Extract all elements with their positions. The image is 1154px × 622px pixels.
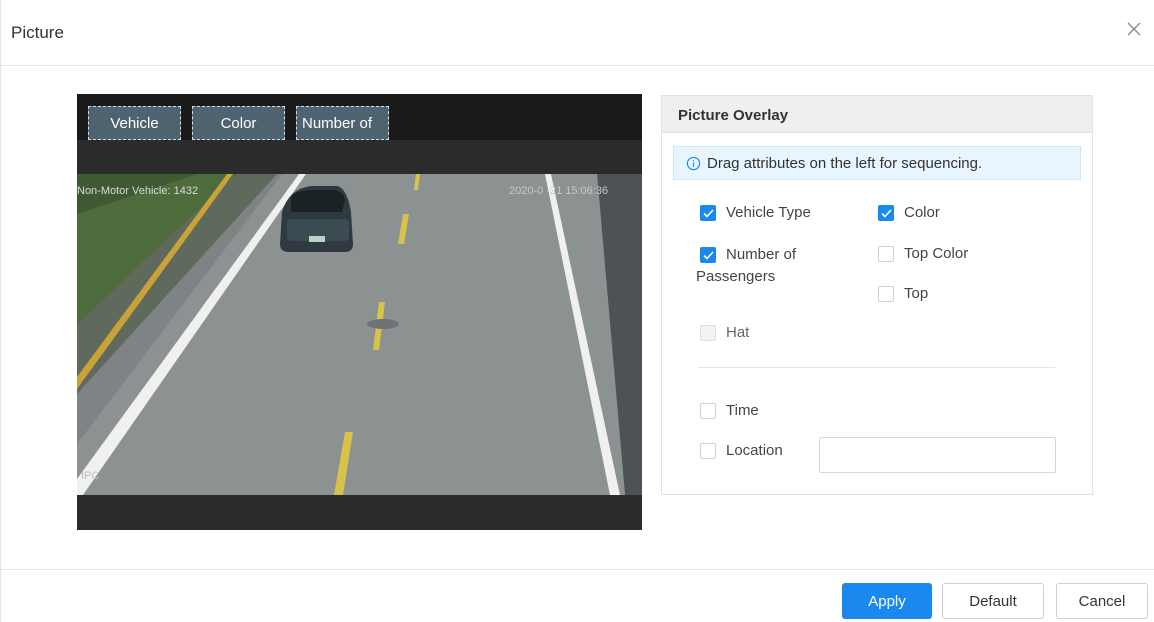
attribute-chip-color[interactable]: Color [192, 106, 285, 140]
checkbox-unchecked-icon[interactable] [878, 286, 894, 302]
panel-header: Picture Overlay [662, 96, 1092, 133]
location-checkbox[interactable]: Location [700, 442, 783, 459]
picture-overlay-panel: Picture Overlay Drag attributes on the l… [661, 95, 1093, 495]
top-label: Top [904, 285, 929, 302]
sequencing-hint: Drag attributes on the left for sequenci… [673, 146, 1081, 180]
preview-bottom-bar [77, 495, 642, 530]
dialog-header: Picture [1, 0, 1154, 66]
hat-checkbox: Hat [700, 324, 749, 341]
osd-timestamp: 2020-0 -21 15:06:36 [509, 185, 609, 197]
hat-label: Hat [726, 324, 750, 341]
dialog-footer: Apply Default Cancel [1, 569, 1154, 622]
road-scene-image [77, 174, 642, 495]
top-color-checkbox[interactable]: Top Color [878, 245, 968, 262]
section-divider [698, 367, 1055, 368]
time-checkbox[interactable]: Time [700, 402, 759, 419]
preview-strip [77, 140, 642, 174]
panel-title: Picture Overlay [678, 107, 789, 124]
passengers-label-line2: Passengers [696, 268, 776, 285]
passengers-label-line1: Number of [726, 246, 797, 263]
location-label: Location [726, 442, 783, 459]
checkbox-unchecked-icon[interactable] [700, 443, 716, 459]
top-checkbox[interactable]: Top [878, 285, 928, 302]
dialog-title: Picture [11, 23, 64, 42]
cancel-button[interactable]: Cancel [1056, 583, 1148, 619]
osd-vehicle-count: Non-Motor Vehicle: 1432 [77, 185, 199, 197]
color-checkbox[interactable]: Color [878, 204, 940, 221]
apply-button[interactable]: Apply [842, 583, 932, 619]
color-label: Color [904, 204, 940, 221]
location-input[interactable] [819, 437, 1056, 473]
video-preview: Vehicle Color Number of Non-Motor Vehicl… [77, 94, 642, 530]
hint-text: Drag attributes on the left for sequenci… [707, 154, 983, 172]
vehicle-type-label: Vehicle Type [726, 204, 811, 221]
checkbox-checked-icon[interactable] [878, 205, 894, 221]
checkbox-unchecked-icon[interactable] [878, 246, 894, 262]
time-label: Time [726, 402, 759, 419]
info-icon [686, 156, 701, 170]
checkbox-disabled-icon [700, 325, 716, 341]
checkbox-unchecked-icon[interactable] [700, 403, 716, 419]
default-button[interactable]: Default [942, 583, 1044, 619]
passengers-checkbox[interactable]: Number of Passengers [696, 244, 797, 288]
attribute-chip-vehicle[interactable]: Vehicle [88, 106, 181, 140]
close-icon[interactable] [1125, 20, 1143, 38]
vehicle-type-checkbox[interactable]: Vehicle Type [700, 204, 811, 221]
top-color-label: Top Color [904, 245, 969, 262]
checkbox-checked-icon[interactable] [700, 247, 716, 263]
picture-dialog: Picture Vehicle Color Number of Non-Moto… [0, 0, 1154, 622]
osd-device-label: IPC [81, 470, 100, 482]
checkbox-checked-icon[interactable] [700, 205, 716, 221]
attribute-chip-number-of[interactable]: Number of [296, 106, 389, 140]
